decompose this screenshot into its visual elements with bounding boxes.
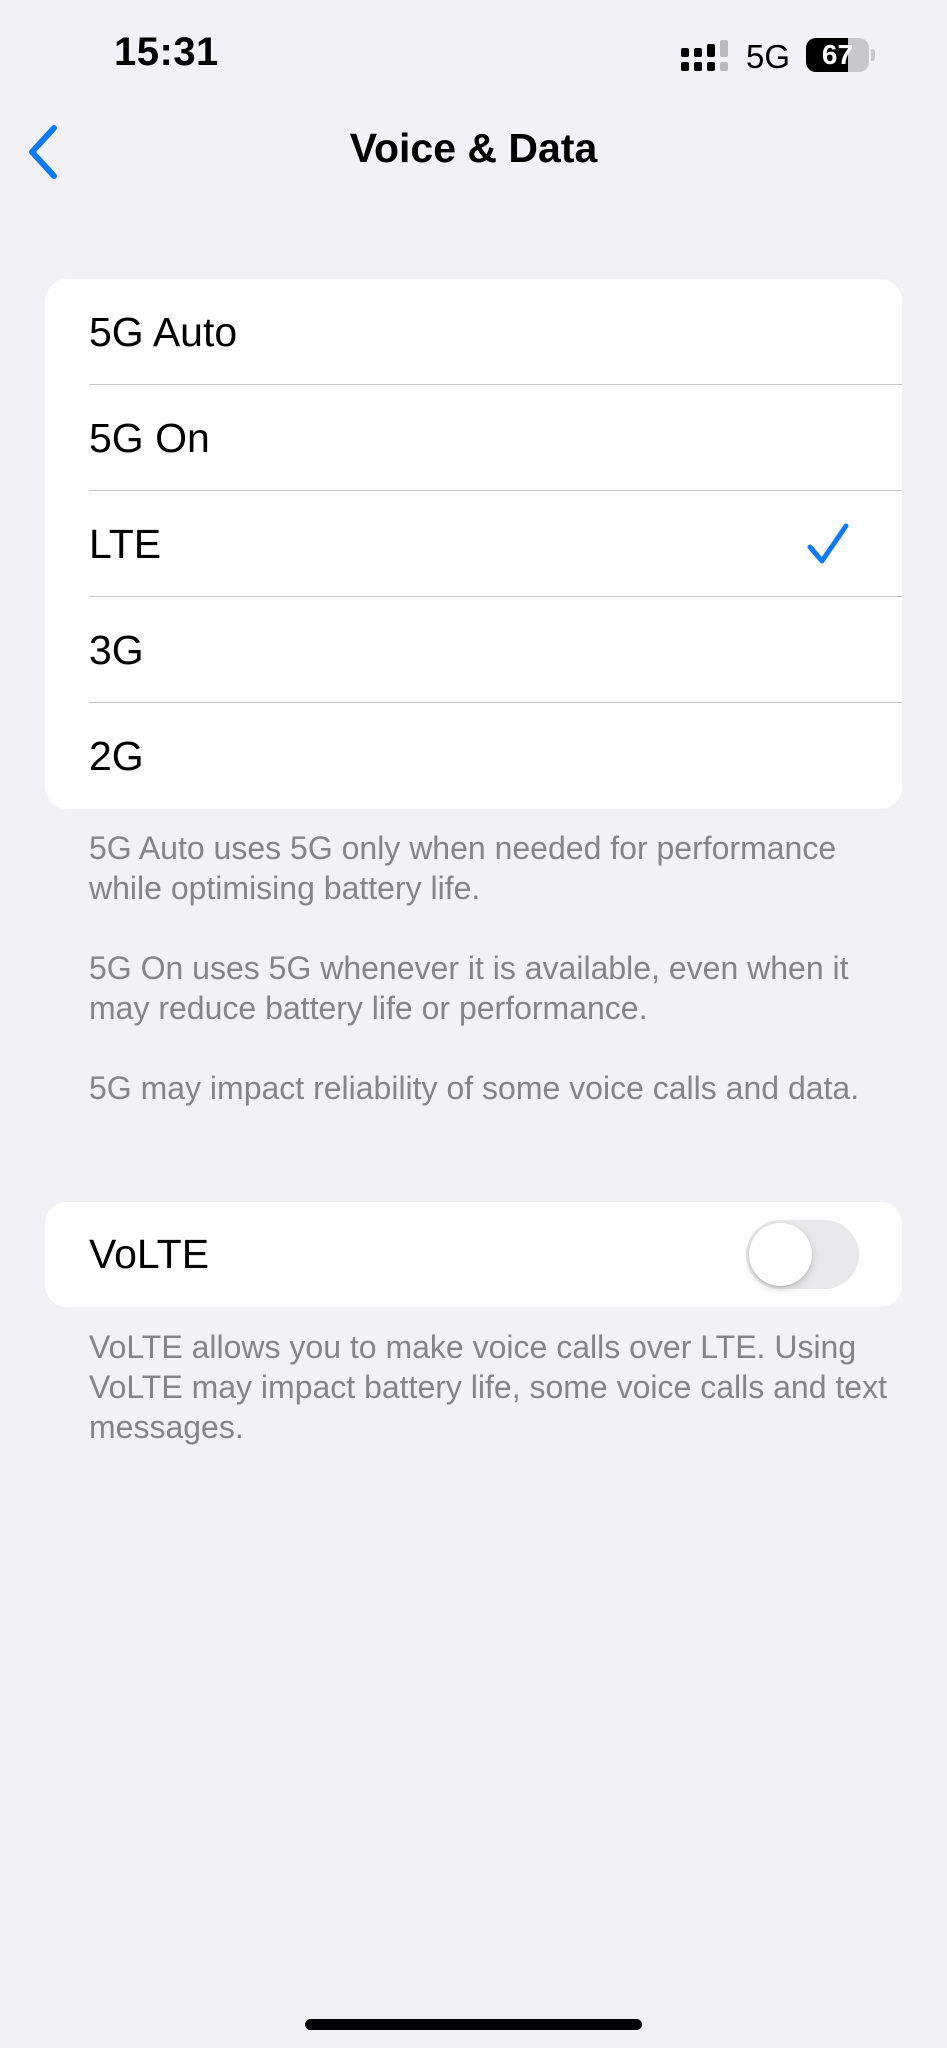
network-type: 5G <box>746 38 791 75</box>
toggle-knob <box>749 1223 812 1286</box>
battery-percent: 67 <box>821 39 854 70</box>
option-lte[interactable]: LTE <box>45 491 902 597</box>
status-time: 15:31 <box>114 30 219 74</box>
option-2g[interactable]: 2G <box>45 703 902 809</box>
volte-row: VoLTE <box>45 1202 902 1307</box>
footnote-5g-auto: 5G Auto uses 5G only when needed for per… <box>89 830 837 906</box>
cellular-signal-icon <box>681 40 728 71</box>
battery-icon: 67 <box>806 38 869 72</box>
checkmark-icon <box>807 523 849 564</box>
page-title: Voice & Data <box>349 125 598 171</box>
volte-toggle[interactable] <box>746 1220 859 1289</box>
volte-footnote-container: VoLTE allows you to make voice calls ove… <box>89 1327 889 1487</box>
option-3g[interactable]: 3G <box>45 597 902 703</box>
volte-label: VoLTE <box>89 1231 210 1277</box>
option-label: 2G <box>89 732 144 779</box>
option-label: 5G On <box>89 414 210 461</box>
home-indicator[interactable] <box>305 2019 642 2030</box>
network-options-list: 5G Auto 5G On LTE 3G 2G <box>45 279 902 809</box>
option-label: 3G <box>89 626 144 673</box>
option-label: 5G Auto <box>89 308 238 355</box>
battery-nub <box>871 49 875 61</box>
footnote-5g-on: 5G On uses 5G whenever it is available, … <box>89 950 849 1026</box>
volte-group: VoLTE <box>45 1202 902 1307</box>
option-5g-on[interactable]: 5G On <box>45 385 902 491</box>
network-footnotes: 5G Auto uses 5G only when needed for per… <box>89 828 889 1148</box>
option-5g-auto[interactable]: 5G Auto <box>45 279 902 385</box>
volte-footnote: VoLTE allows you to make voice calls ove… <box>89 1329 887 1445</box>
footnote-5g-reliability: 5G may impact reliability of some voice … <box>89 1070 860 1106</box>
voice-data-screen: 15:31 5G 67 Voice & Data 5G Auto 5G On L… <box>0 0 947 2048</box>
option-label: LTE <box>89 520 162 567</box>
